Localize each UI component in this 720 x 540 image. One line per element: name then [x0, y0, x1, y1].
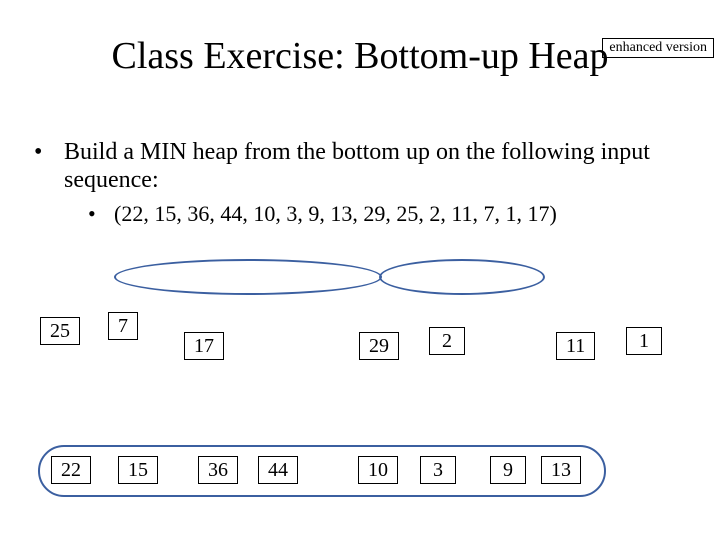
- oval-group-1: [114, 259, 382, 295]
- node-25: 25: [40, 317, 80, 345]
- node-1: 1: [626, 327, 662, 355]
- oval-group-leaves: [38, 445, 606, 497]
- bullet-dot: •: [28, 138, 64, 166]
- node-7: 7: [108, 312, 138, 340]
- bullet-level-2: • (22, 15, 36, 44, 10, 3, 9, 13, 29, 25,…: [88, 201, 720, 227]
- slide-body: • Build a MIN heap from the bottom up on…: [28, 138, 720, 227]
- node-11: 11: [556, 332, 595, 360]
- node-29: 29: [359, 332, 399, 360]
- bullet-subtext: (22, 15, 36, 44, 10, 3, 9, 13, 29, 25, 2…: [114, 201, 557, 227]
- version-badge: enhanced version: [602, 38, 714, 58]
- bullet-dot: •: [88, 201, 114, 227]
- node-17: 17: [184, 332, 224, 360]
- bullet-level-1: • Build a MIN heap from the bottom up on…: [28, 138, 720, 195]
- oval-group-2: [379, 259, 545, 295]
- bullet-text: Build a MIN heap from the bottom up on t…: [64, 138, 684, 195]
- node-2: 2: [429, 327, 465, 355]
